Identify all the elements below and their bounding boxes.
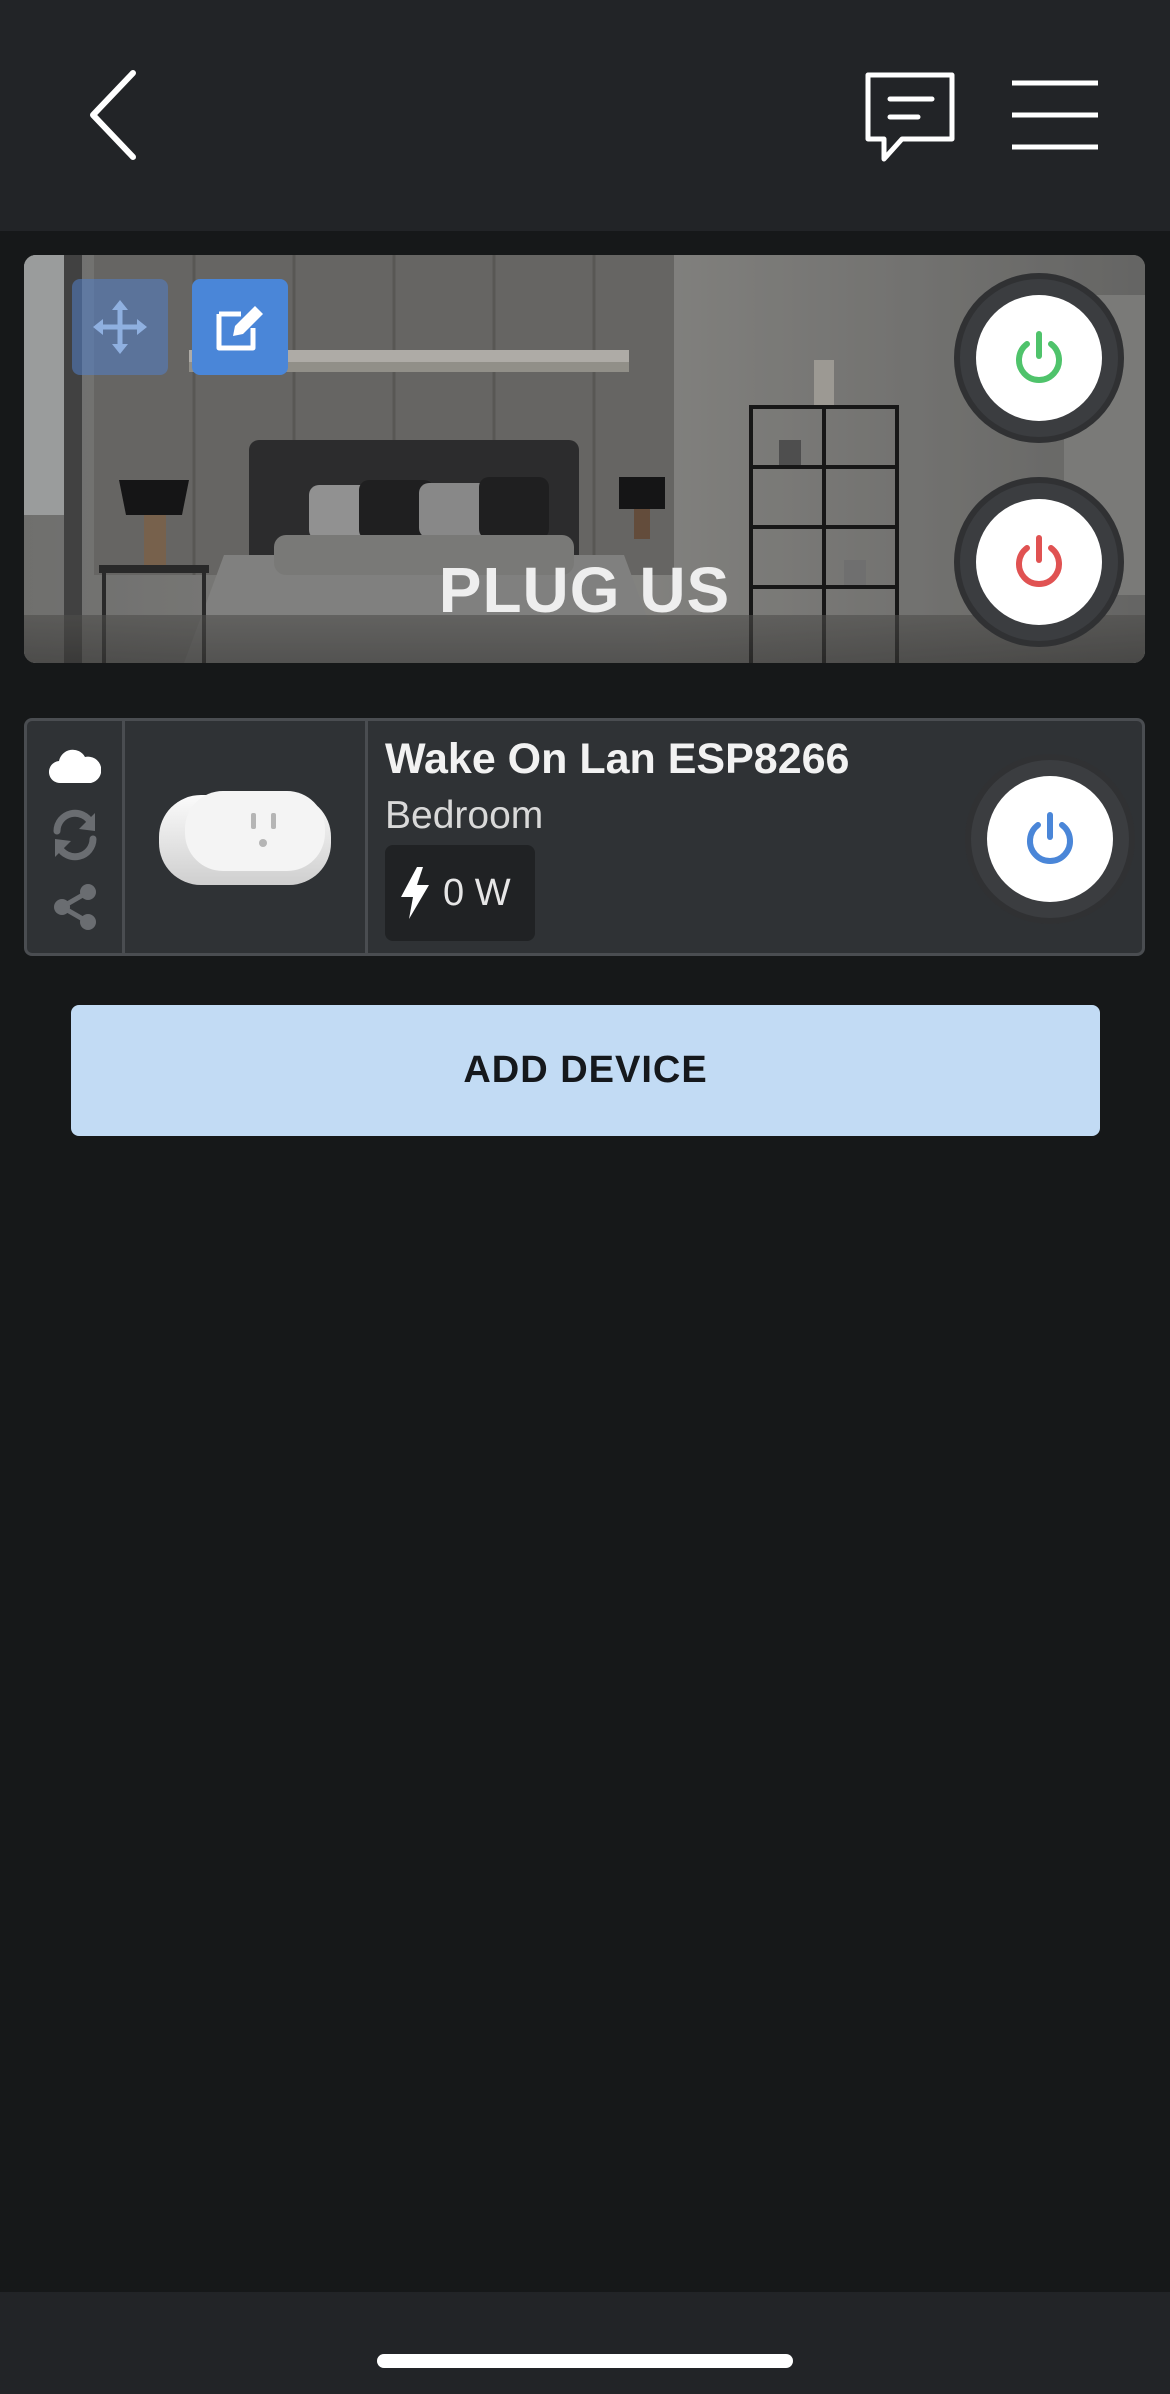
back-button[interactable] (70, 60, 160, 170)
top-bar (0, 0, 1170, 231)
chat-bubble-icon (865, 72, 955, 162)
device-name: Wake On Lan ESP8266 (385, 735, 850, 783)
refresh-icon (53, 809, 97, 861)
chevron-left-icon (90, 70, 136, 160)
device-power-toggle-face (987, 776, 1113, 902)
smart-plug-image (159, 791, 331, 885)
move-arrows-icon (93, 300, 147, 354)
device-power-toggle[interactable] (965, 754, 1135, 924)
device-card[interactable]: Wake On Lan ESP8266 Bedroom 0 W (24, 718, 1145, 956)
all-on-button[interactable] (954, 273, 1124, 443)
all-on-button-face (976, 295, 1102, 421)
edit-button[interactable] (192, 279, 288, 375)
power-icon (1027, 812, 1073, 864)
cloud-status (47, 737, 103, 793)
refresh-button[interactable] (47, 807, 103, 863)
power-reading-badge: 0 W (385, 845, 535, 941)
share-icon (54, 884, 96, 930)
add-device-button[interactable]: ADD DEVICE (71, 1005, 1100, 1136)
chat-button[interactable] (855, 62, 965, 172)
power-icon (1016, 331, 1062, 383)
bottom-bar (0, 2292, 1170, 2394)
lightning-bolt-icon (401, 867, 429, 919)
device-side-actions (27, 721, 125, 953)
cloud-icon (49, 749, 101, 784)
share-button[interactable] (47, 879, 103, 935)
device-thumbnail (125, 721, 368, 953)
hamburger-menu-icon (1012, 80, 1098, 150)
home-indicator[interactable] (377, 2354, 793, 2368)
power-reading-value: 0 W (443, 871, 511, 914)
edit-pencil-icon (216, 306, 263, 351)
move-button[interactable] (72, 279, 168, 375)
menu-button[interactable] (1005, 70, 1105, 160)
group-title: PLUG US (438, 554, 731, 626)
group-banner: PLUG US (24, 255, 1145, 663)
device-room: Bedroom (385, 794, 544, 837)
